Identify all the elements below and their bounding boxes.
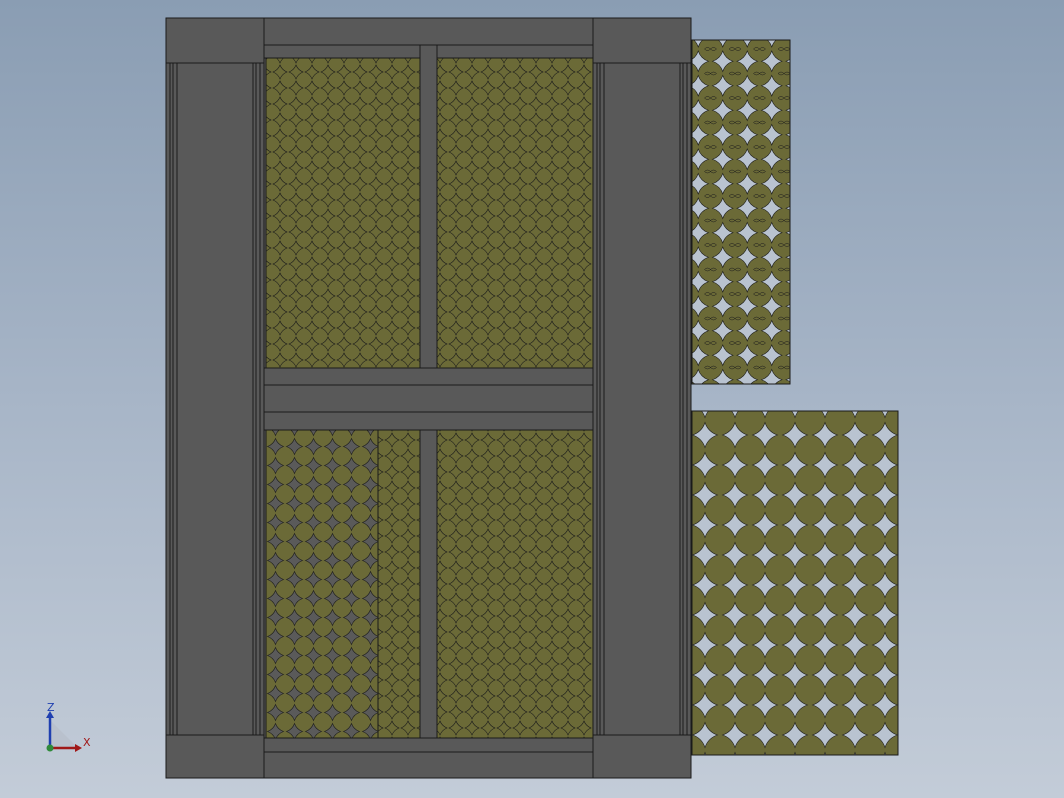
perforated-panel-small[interactable] <box>691 39 791 385</box>
corner-block-top-left[interactable] <box>165 17 265 64</box>
axis-triad: Z X <box>46 701 91 752</box>
middle-rail[interactable] <box>263 384 594 413</box>
right-column[interactable] <box>592 62 692 736</box>
mesh-panel-upper-left[interactable] <box>265 57 421 369</box>
corner-block-top-right[interactable] <box>592 17 692 64</box>
corner-block-bottom-right[interactable] <box>592 734 692 779</box>
cabinet-assembly[interactable] <box>165 17 692 779</box>
bottom-rail[interactable] <box>263 751 594 779</box>
origin-icon <box>46 744 54 752</box>
center-mullion-lower[interactable] <box>419 411 438 753</box>
perforated-panel-large[interactable] <box>691 410 899 756</box>
z-axis-label: Z <box>47 701 55 714</box>
center-mullion-upper[interactable] <box>419 44 438 386</box>
left-column[interactable] <box>165 62 265 736</box>
mesh-panel-lower-mid[interactable] <box>377 429 421 739</box>
mesh-panel-lower-left[interactable] <box>265 429 379 739</box>
x-axis-label: X <box>83 736 91 749</box>
mesh-panel-lower-right[interactable] <box>436 429 594 739</box>
top-rail[interactable] <box>263 17 594 46</box>
corner-block-bottom-left[interactable] <box>165 734 265 779</box>
triad-plane-icon <box>50 720 78 748</box>
mesh-panel-upper-right[interactable] <box>436 57 594 369</box>
cad-viewport[interactable]: Z X <box>0 0 1064 798</box>
